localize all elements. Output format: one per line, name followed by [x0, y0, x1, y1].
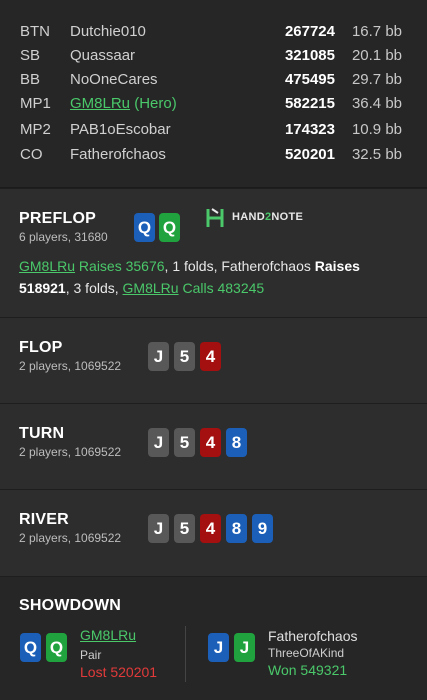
action-amount: 518921	[19, 280, 66, 296]
position-label: BB	[20, 71, 41, 88]
player-bb: 36.4 bb	[351, 95, 402, 112]
river-subtitle: 2 players, 1069522	[19, 531, 122, 545]
showdown-player-name: Fatherofchaos	[268, 628, 358, 644]
showdown-divider	[185, 626, 186, 682]
player-row: MP2 PAB1oEscobar 174323 10.9 bb	[0, 118, 427, 142]
player-stack: 582215	[284, 95, 335, 112]
player-link[interactable]: GM8LRu	[123, 280, 179, 296]
action-text: Raises 35676	[78, 258, 165, 274]
showdown-hand-rank: Pair	[80, 648, 102, 662]
player-row: CO Fatherofchaos 520201 32.5 bb	[0, 143, 427, 167]
board-card: 5	[174, 428, 195, 457]
player-name: NoOneCares	[70, 71, 158, 88]
preflop-subtitle: 6 players, 31680	[19, 230, 108, 244]
showdown-card: J	[234, 633, 255, 662]
flop-subtitle: 2 players, 1069522	[19, 359, 122, 373]
hand2note-icon	[206, 208, 224, 227]
board-card: 8	[226, 428, 247, 457]
hero-card: Q	[134, 213, 155, 242]
board-card: 9	[252, 514, 273, 543]
player-bb: 20.1 bb	[351, 47, 402, 64]
player-name: Fatherofchaos	[221, 258, 311, 274]
position-label: BTN	[20, 23, 50, 40]
board-card: J	[148, 428, 169, 457]
player-bb: 32.5 bb	[351, 146, 402, 163]
player-row-hero: MP1 GM8LRu (Hero) 582215 36.4 bb	[0, 92, 427, 116]
position-label: MP2	[20, 121, 51, 138]
hero-player: GM8LRu (Hero)	[70, 92, 177, 116]
player-bb: 16.7 bb	[351, 23, 402, 40]
player-stack: 321085	[284, 47, 335, 64]
board-card: 4	[200, 514, 221, 543]
showdown-result-lost: Lost 520201	[80, 664, 158, 680]
board-card: J	[148, 514, 169, 543]
logo-text-note: NOTE	[271, 211, 304, 223]
player-link[interactable]: GM8LRu	[19, 258, 75, 274]
board-card: 5	[174, 342, 195, 371]
flop-title: FLOP	[19, 339, 63, 356]
player-name: Fatherofchaos	[70, 146, 166, 163]
board-card: 4	[200, 428, 221, 457]
position-label: CO	[20, 146, 43, 163]
player-row: SB Quassaar 321085 20.1 bb	[0, 44, 427, 68]
showdown-player-link[interactable]: GM8LRu	[80, 627, 136, 643]
preflop-title: PREFLOP	[19, 210, 96, 227]
player-name: Dutchie010	[70, 23, 146, 40]
turn-title: TURN	[19, 425, 65, 442]
showdown-card: Q	[20, 633, 41, 662]
players-table: BTN Dutchie010 267724 16.7 bb SB Quassaa…	[0, 0, 427, 188]
river-title: RIVER	[19, 511, 69, 528]
player-stack: 520201	[284, 146, 335, 163]
board-card: 4	[200, 342, 221, 371]
hero-name-link[interactable]: GM8LRu	[70, 95, 130, 112]
player-stack: 475495	[284, 71, 335, 88]
logo-text-hand: HAND	[232, 211, 265, 223]
hero-tag: (Hero)	[130, 95, 177, 112]
showdown-card: Q	[46, 633, 67, 662]
hand2note-wordmark: HAND2NOTE	[232, 211, 303, 223]
board-card: 8	[226, 514, 247, 543]
player-bb: 10.9 bb	[351, 121, 402, 138]
turn-subtitle: 2 players, 1069522	[19, 445, 122, 459]
player-stack: 174323	[284, 121, 335, 138]
player-name: PAB1oEscobar	[70, 121, 171, 138]
showdown-hand-rank: ThreeOfAKind	[268, 646, 345, 660]
action-filler: , 1 folds,	[164, 258, 222, 274]
showdown-card: J	[208, 633, 229, 662]
player-row: BB NoOneCares 475495 29.7 bb	[0, 68, 427, 92]
board-card: J	[148, 342, 169, 371]
player-stack: 267724	[284, 23, 335, 40]
action-text: Calls 483245	[182, 280, 265, 296]
board-card: 5	[174, 514, 195, 543]
player-bb: 29.7 bb	[351, 71, 402, 88]
position-label: SB	[20, 47, 41, 64]
hero-card: Q	[159, 213, 180, 242]
player-name: Quassaar	[70, 47, 136, 64]
showdown-title: SHOWDOWN	[19, 597, 122, 614]
player-row: BTN Dutchie010 267724 16.7 bb	[0, 20, 427, 44]
preflop-actions: GM8LRu Raises 35676, 1 folds, Fatherofch…	[19, 255, 414, 299]
action-text: Raises	[314, 258, 360, 274]
showdown-result-won: Won 549321	[268, 662, 348, 678]
position-label: MP1	[20, 95, 51, 112]
action-filler: , 3 folds,	[65, 280, 123, 296]
